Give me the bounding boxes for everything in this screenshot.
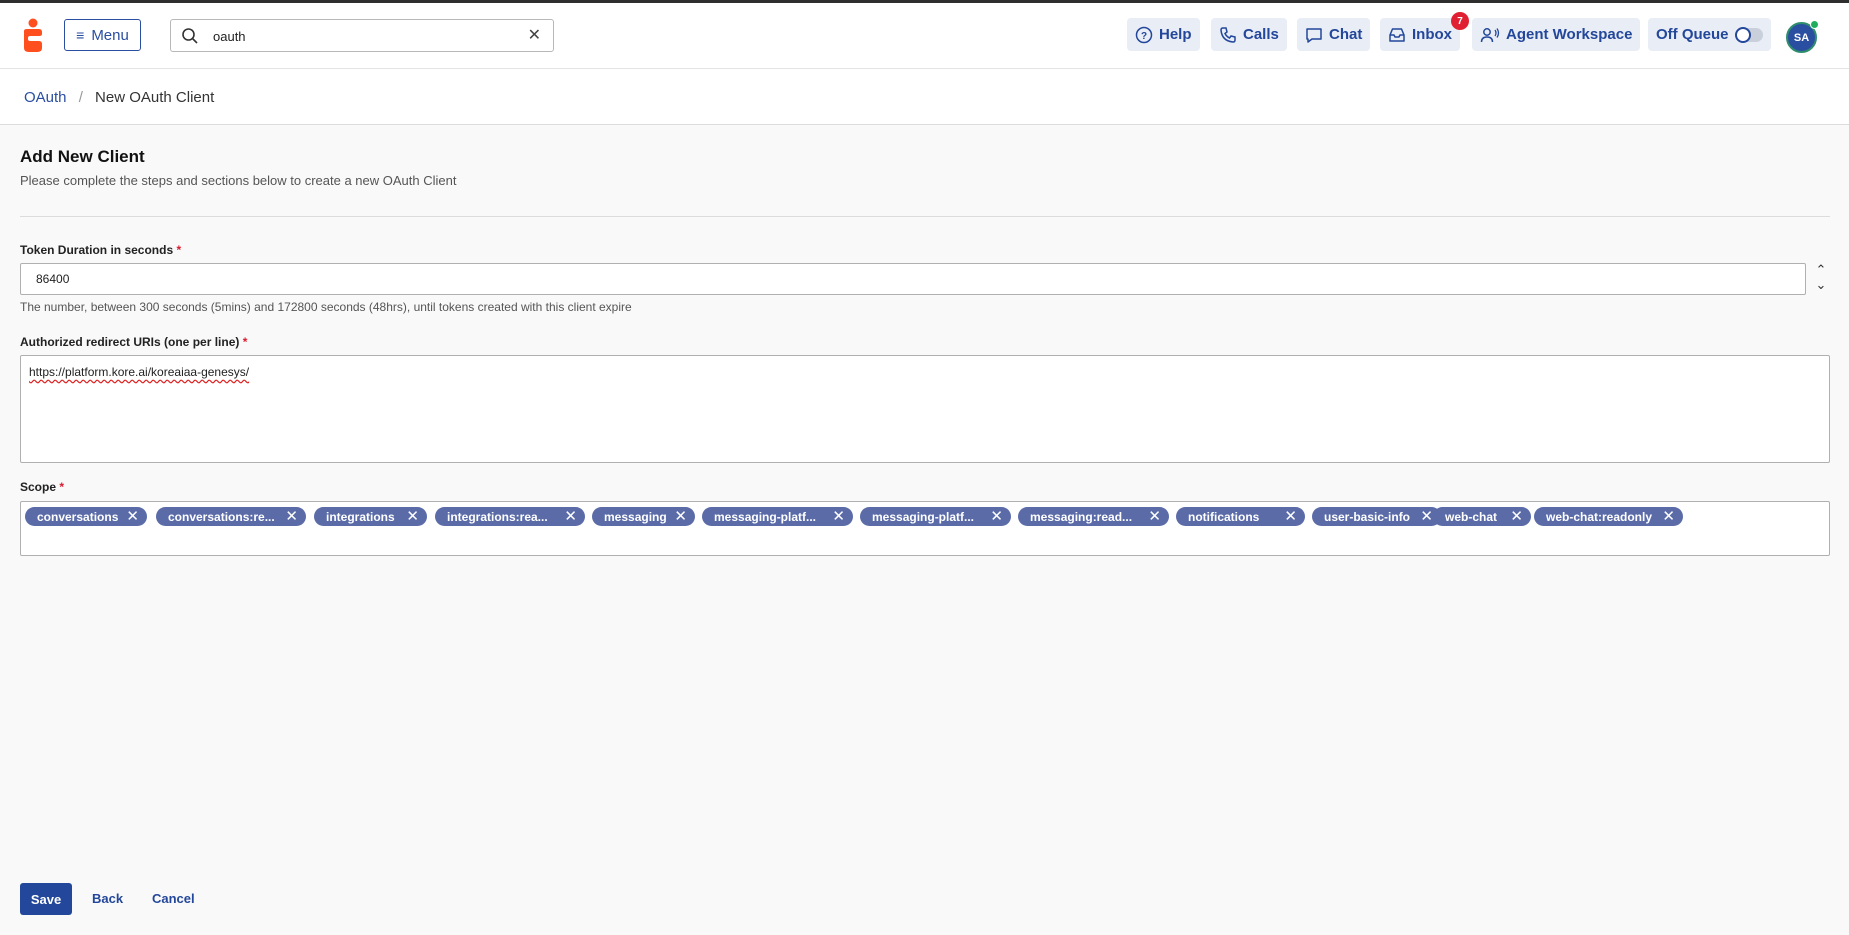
breadcrumb-current: New OAuth Client — [95, 89, 215, 106]
scope-chip[interactable]: messaging ✕ — [592, 507, 695, 526]
chip-remove-icon[interactable]: ✕ — [285, 508, 298, 525]
inbox-icon — [1389, 27, 1405, 42]
chip-remove-icon[interactable]: ✕ — [674, 508, 687, 525]
chip-remove-icon[interactable]: ✕ — [1662, 508, 1675, 525]
required-mark: * — [242, 335, 248, 349]
top-header: ≡ Menu oauth ✕ ? Help Calls Chat Inbox 7… — [0, 3, 1849, 69]
token-duration-stepper[interactable]: ⌃ ⌄ — [1814, 262, 1828, 296]
chip-remove-icon[interactable]: ✕ — [406, 508, 419, 525]
scope-label: Scope * — [20, 480, 65, 494]
required-mark: * — [59, 480, 65, 494]
cancel-button[interactable]: Cancel — [152, 891, 195, 906]
agent-workspace-label: Agent Workspace — [1506, 26, 1633, 43]
chip-remove-icon[interactable]: ✕ — [1148, 508, 1161, 525]
chip-remove-icon[interactable]: ✕ — [1510, 508, 1523, 525]
phone-icon — [1220, 26, 1236, 43]
scope-chip[interactable]: integrations ✕ — [314, 507, 427, 526]
chip-remove-icon[interactable]: ✕ — [1284, 508, 1297, 525]
scope-chip[interactable]: messaging:read... ✕ — [1018, 507, 1169, 526]
back-button[interactable]: Back — [92, 891, 123, 906]
scope-chip[interactable]: conversations:re... ✕ — [156, 507, 306, 526]
inbox-label: Inbox — [1412, 26, 1452, 43]
queue-toggle-switch[interactable] — [1734, 26, 1763, 43]
menu-label: Menu — [91, 26, 129, 44]
search-box[interactable]: oauth ✕ — [170, 19, 554, 52]
scope-chip[interactable]: messaging-platf... ✕ — [702, 507, 853, 526]
calls-button[interactable]: Calls — [1211, 18, 1287, 51]
search-icon — [182, 28, 198, 44]
chat-button[interactable]: Chat — [1297, 18, 1371, 51]
calls-label: Calls — [1243, 26, 1279, 43]
main-content: Add New Client Please complete the steps… — [0, 125, 1849, 935]
scope-chip[interactable]: user-basic-info ✕ — [1312, 507, 1441, 526]
scope-input[interactable]: conversations ✕ conversations:re... ✕ inte… — [20, 501, 1830, 556]
chat-icon — [1306, 27, 1322, 43]
page-title: Add New Client — [20, 147, 145, 166]
page-subtitle: Please complete the steps and sections b… — [20, 173, 457, 188]
redirect-uris-textarea[interactable]: https://platform.kore.ai/koreaiaa-genesy… — [20, 355, 1830, 463]
chip-remove-icon[interactable]: ✕ — [832, 508, 845, 525]
required-mark: * — [176, 243, 182, 257]
chip-remove-icon[interactable]: ✕ — [990, 508, 1003, 525]
save-button[interactable]: Save — [20, 883, 72, 915]
menu-button[interactable]: ≡ Menu — [64, 19, 141, 51]
agent-workspace-button[interactable]: Agent Workspace — [1472, 18, 1641, 51]
breadcrumb-separator: / — [78, 89, 83, 106]
redirect-uri-value: https://platform.kore.ai/koreaiaa-genesy… — [29, 365, 250, 379]
token-duration-help: The number, between 300 seconds (5mins) … — [20, 300, 632, 314]
clear-icon[interactable]: ✕ — [528, 28, 541, 44]
spinner-down-icon[interactable]: ⌄ — [1814, 277, 1828, 292]
scope-chip[interactable]: conversations ✕ — [25, 507, 147, 526]
genesys-logo-icon[interactable] — [20, 18, 46, 54]
inbox-count-badge: 7 — [1451, 12, 1469, 30]
breadcrumb-oauth-link[interactable]: OAuth — [24, 89, 67, 106]
help-icon: ? — [1135, 26, 1153, 43]
token-duration-label: Token Duration in seconds * — [20, 243, 182, 257]
svg-text:?: ? — [1141, 31, 1147, 42]
chip-remove-icon[interactable]: ✕ — [1420, 508, 1433, 525]
help-label: Help — [1159, 26, 1192, 43]
search-input[interactable]: oauth — [213, 29, 246, 44]
redirect-uris-label: Authorized redirect URIs (one per line) … — [20, 335, 248, 349]
scope-chip[interactable]: web-chat:readonly ✕ — [1534, 507, 1683, 526]
scope-chip[interactable]: messaging-platf... ✕ — [860, 507, 1011, 526]
help-button[interactable]: ? Help — [1127, 18, 1200, 51]
chip-remove-icon[interactable]: ✕ — [564, 508, 577, 525]
menu-icon: ≡ — [76, 27, 85, 43]
queue-status-label: Off Queue — [1656, 26, 1729, 43]
agent-workspace-icon — [1480, 27, 1500, 42]
chat-label: Chat — [1329, 26, 1363, 43]
chip-remove-icon[interactable]: ✕ — [126, 508, 139, 525]
spinner-up-icon[interactable]: ⌃ — [1814, 262, 1828, 277]
scope-chip[interactable]: integrations:rea... ✕ — [435, 507, 585, 526]
token-duration-input[interactable]: 86400 — [20, 263, 1806, 295]
inbox-button[interactable]: Inbox — [1380, 18, 1460, 51]
scope-chip[interactable]: web-chat ✕ — [1433, 507, 1531, 526]
scope-chip[interactable]: notifications ✕ — [1176, 507, 1305, 526]
queue-toggle[interactable]: Off Queue — [1648, 18, 1771, 51]
presence-indicator — [1810, 20, 1819, 29]
section-divider — [20, 216, 1830, 217]
breadcrumb-bar: OAuth / New OAuth Client — [0, 70, 1849, 125]
breadcrumb: OAuth / New OAuth Client — [24, 89, 214, 106]
